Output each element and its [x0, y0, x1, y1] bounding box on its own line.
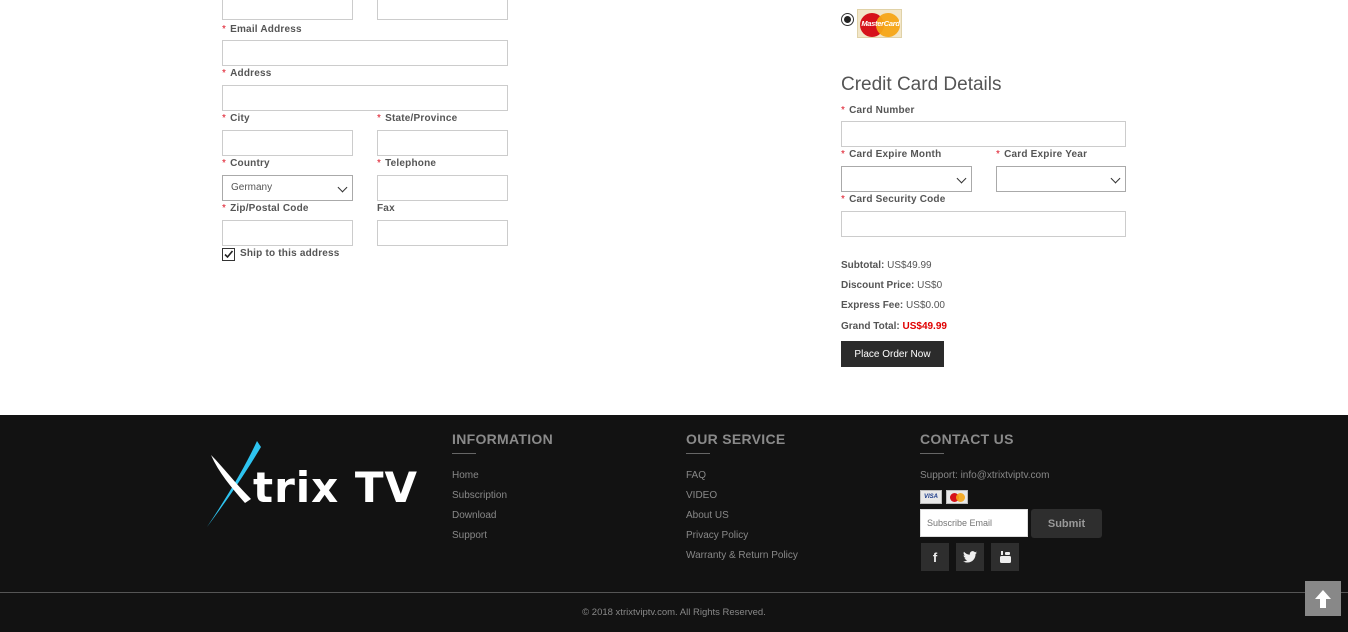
expire-month-label: * Card Expire Month — [841, 149, 942, 160]
subtotal-row: Subtotal: US$49.99 — [841, 260, 932, 271]
fax-label: Fax — [377, 203, 395, 214]
expire-month-select[interactable] — [841, 166, 972, 192]
subscribe-submit-button[interactable]: Submit — [1031, 509, 1102, 538]
address-input[interactable] — [222, 85, 508, 111]
payment-radio[interactable] — [841, 13, 854, 26]
footer-link-warranty[interactable]: Warranty & Return Policy — [686, 550, 798, 561]
footer-link-download[interactable]: Download — [452, 510, 496, 521]
discount-row: Discount Price: US$0 — [841, 280, 943, 291]
heading-divider — [452, 453, 476, 454]
footer: trix TV INFORMATION Home Subscription Do… — [0, 415, 1348, 632]
zip-input[interactable] — [222, 220, 353, 246]
city-label: * City — [222, 113, 250, 124]
place-order-label: Place Order Now — [854, 348, 931, 360]
credit-card-title: Credit Card Details — [841, 74, 1002, 95]
subscribe-email-input[interactable] — [920, 509, 1028, 537]
facebook-icon[interactable]: f — [921, 543, 949, 571]
mastercard-icon — [946, 490, 968, 504]
contact-heading: CONTACT US — [920, 431, 1014, 447]
state-label: * State/Province — [377, 113, 458, 124]
place-order-button[interactable]: Place Order Now — [841, 341, 944, 367]
expire-year-select[interactable] — [996, 166, 1126, 192]
xtrix-logo[interactable]: trix TV — [205, 437, 445, 532]
youtube-icon[interactable] — [991, 543, 1019, 571]
fax-input[interactable] — [377, 220, 508, 246]
our-service-heading: OUR SERVICE — [686, 431, 786, 447]
city-input[interactable] — [222, 130, 353, 156]
heading-divider — [920, 453, 944, 454]
card-number-label: * Card Number — [841, 105, 915, 116]
telephone-input[interactable] — [377, 175, 508, 201]
footer-link-video[interactable]: VIDEO — [686, 490, 717, 501]
visa-icon: VISA — [920, 490, 942, 504]
chevron-down-icon — [337, 182, 348, 193]
checkout-page: * Email Address * Address * City * State/Pro… — [0, 0, 1348, 632]
copyright: © 2018 xtrixtviptv.com. All Rights Reser… — [582, 607, 766, 618]
footer-link-privacy[interactable]: Privacy Policy — [686, 530, 748, 541]
footer-link-subscription[interactable]: Subscription — [452, 490, 507, 501]
footer-link-home[interactable]: Home — [452, 470, 479, 481]
grand-total-value: US$49.99 — [902, 321, 947, 332]
last-name-input[interactable] — [377, 0, 508, 20]
address-label: * Address — [222, 68, 272, 79]
checkmark-icon — [224, 250, 234, 259]
security-code-input[interactable] — [841, 211, 1126, 237]
ship-label: Ship to this address — [240, 248, 340, 259]
email-input[interactable] — [222, 40, 508, 66]
state-input[interactable] — [377, 130, 508, 156]
first-name-input[interactable] — [222, 0, 353, 20]
footer-link-support[interactable]: Support — [452, 530, 487, 541]
card-number-input[interactable] — [841, 121, 1126, 147]
arrow-up-icon — [1315, 589, 1331, 608]
telephone-label: * Telephone — [377, 158, 437, 169]
support-email[interactable]: Support: info@xtrixtviptv.com — [920, 470, 1049, 481]
country-select[interactable]: Germany — [222, 175, 353, 201]
country-label: * Country — [222, 158, 270, 169]
footer-link-faq[interactable]: FAQ — [686, 470, 706, 481]
logo-text: trix TV — [253, 463, 419, 512]
mastercard-logo: MasterCard — [857, 9, 902, 38]
country-value: Germany — [231, 182, 273, 193]
email-label: * Email Address — [222, 24, 302, 35]
heading-divider — [686, 453, 710, 454]
footer-divider — [0, 592, 1348, 593]
grand-total-row: Grand Total: US$49.99 — [841, 321, 947, 332]
ship-checkbox[interactable] — [222, 248, 235, 261]
expire-year-label: * Card Expire Year — [996, 149, 1088, 160]
chevron-down-icon — [1110, 173, 1121, 184]
zip-label: * Zip/Postal Code — [222, 203, 309, 214]
security-code-label: * Card Security Code — [841, 194, 946, 205]
express-fee-row: Express Fee: US$0.00 — [841, 300, 945, 311]
twitter-icon[interactable] — [956, 543, 984, 571]
footer-link-about[interactable]: About US — [686, 510, 729, 521]
back-to-top-button[interactable] — [1305, 581, 1341, 616]
chevron-down-icon — [956, 173, 967, 184]
submit-label: Submit — [1047, 517, 1086, 530]
information-heading: INFORMATION — [452, 431, 554, 447]
